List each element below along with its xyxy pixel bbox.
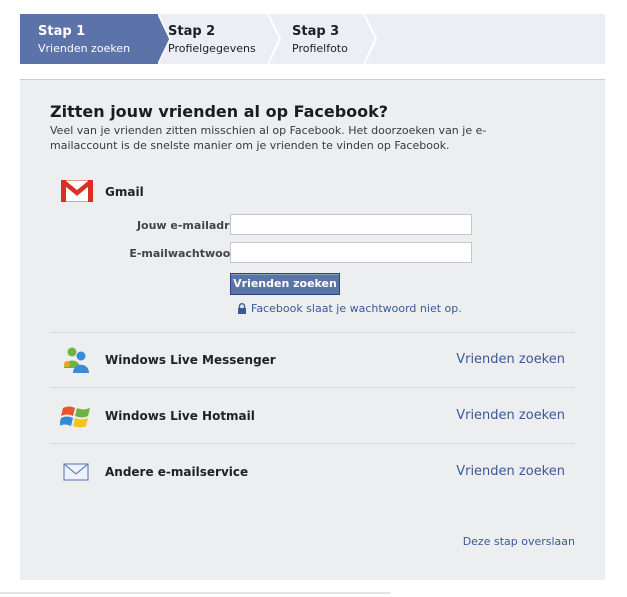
service-name: Andere e-mailservice [105, 465, 249, 479]
step-progress-bar: Stap 1 Vrienden zoeken Stap 2 Profielgeg… [20, 14, 605, 64]
lock-icon [238, 303, 246, 314]
step-3-arrow [364, 14, 378, 64]
step-3-number: Stap 3 [292, 24, 340, 39]
password-field[interactable] [230, 242, 472, 263]
privacy-note-link[interactable]: Facebook slaat je wachtwoord niet op. [251, 302, 462, 315]
divider [50, 387, 575, 388]
step-3-label: Profielfoto [292, 42, 348, 55]
windows-icon [60, 406, 90, 428]
footer-divider [0, 592, 390, 594]
step-2-arrow [268, 14, 282, 64]
divider [50, 443, 575, 444]
step-1: Stap 1 Vrienden zoeken [20, 14, 158, 64]
skip-step-link[interactable]: Deze stap overslaan [463, 535, 575, 548]
envelope-icon [63, 463, 89, 481]
divider [50, 332, 575, 333]
step-2: Stap 2 Profielgegevens [168, 14, 278, 64]
messenger-icon [64, 347, 89, 373]
email-label: Jouw e-mailadres: [136, 219, 248, 232]
find-friends-link-other[interactable]: Vrienden zoeken [456, 464, 565, 479]
gmail-icon [61, 180, 93, 202]
intro-text: Veel van je vrienden zitten misschien al… [50, 124, 487, 152]
find-friends-button[interactable]: Vrienden zoeken [230, 273, 340, 295]
email-field[interactable] [230, 214, 472, 235]
service-name: Windows Live Messenger [105, 353, 276, 367]
gmail-label: Gmail [105, 185, 144, 199]
find-friends-panel: Zitten jouw vrienden al op Facebook? Vee… [20, 79, 605, 580]
step-2-number: Stap 2 [168, 24, 216, 39]
step-1-number: Stap 1 [38, 24, 86, 39]
step-1-label: Vrienden zoeken [38, 42, 131, 55]
find-friends-link-messenger[interactable]: Vrienden zoeken [456, 352, 565, 367]
step-2-label: Profielgegevens [168, 42, 256, 55]
service-name: Windows Live Hotmail [105, 409, 255, 423]
password-label: E-mailwachtwoord: [129, 247, 248, 260]
page-title: Zitten jouw vrienden al op Facebook? [50, 102, 389, 121]
find-friends-link-hotmail[interactable]: Vrienden zoeken [456, 408, 565, 423]
